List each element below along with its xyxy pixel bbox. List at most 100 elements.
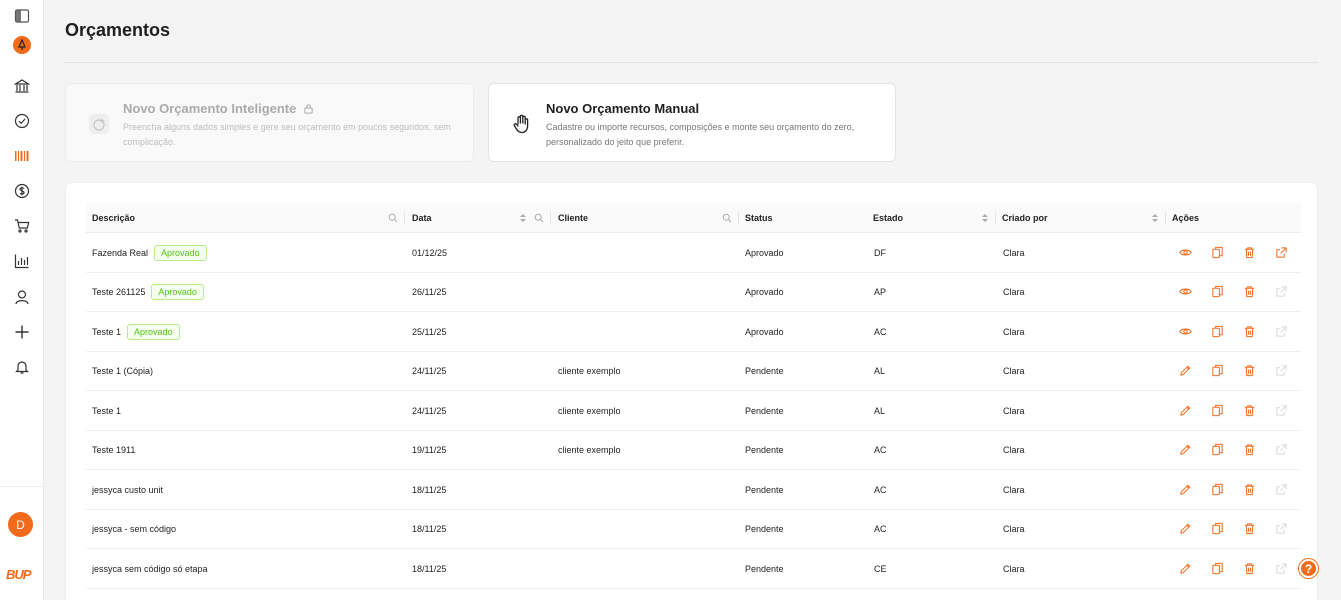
edit-icon[interactable]	[1178, 482, 1192, 496]
cell-data: 24/11/25	[412, 405, 447, 416]
cell-criado-por: Clara	[1003, 563, 1025, 574]
search-icon[interactable]	[388, 213, 398, 223]
share-icon	[1274, 403, 1288, 417]
edit-icon[interactable]	[1178, 522, 1192, 536]
sort-icon[interactable]	[1150, 213, 1160, 223]
trash-icon[interactable]	[1242, 324, 1256, 338]
trash-icon[interactable]	[1242, 443, 1256, 457]
cell-estado: AL	[874, 366, 886, 376]
search-icon[interactable]	[722, 213, 732, 223]
sidebar-toggle-icon[interactable]	[0, 2, 44, 30]
cell-estado: AL	[874, 405, 886, 416]
cart-icon[interactable]	[0, 212, 44, 240]
table-row[interactable]: Teste 1 Aprovado 25/11/25 Aprovado AC Clara	[86, 312, 1301, 352]
sidebar-divider	[0, 486, 44, 487]
table-header: Descrição Data Cliente Status Estado Cri…	[86, 203, 1301, 233]
share-icon	[1274, 285, 1288, 299]
sidebar: D BUP	[0, 0, 44, 600]
table-row[interactable]: jessyca custo unit 18/11/25 Pendente AC Clar…	[86, 470, 1301, 510]
cell-status: Pendente	[745, 445, 784, 455]
cell-status: Pendente	[745, 405, 784, 416]
bell-icon[interactable]	[0, 353, 44, 381]
share-icon	[1274, 561, 1288, 575]
user-icon[interactable]	[0, 283, 44, 311]
col-estado[interactable]: Estado	[867, 203, 996, 233]
edit-icon[interactable]	[1178, 561, 1192, 575]
chart-icon[interactable]	[0, 247, 44, 275]
duplicate-icon[interactable]	[1210, 245, 1224, 259]
help-button[interactable]: ?	[1299, 559, 1318, 578]
cell-data: 01/12/25	[412, 247, 448, 258]
check-circle-icon[interactable]	[0, 107, 44, 135]
table-row[interactable]: jessyca sem código só etapa 18/11/25 Pende…	[86, 549, 1301, 589]
share-icon	[1274, 522, 1288, 536]
col-acoes: Ações	[1172, 213, 1200, 223]
duplicate-icon[interactable]	[1210, 324, 1224, 338]
trash-icon[interactable]	[1242, 561, 1256, 575]
cell-criado-por: Clara	[1003, 524, 1025, 534]
cell-descricao: Teste 1 Aprovado	[92, 312, 180, 351]
search-icon[interactable]	[534, 213, 544, 223]
cell-status: Pendente	[745, 484, 784, 495]
cell-estado: CE	[874, 563, 887, 574]
status-badge: Aprovado	[154, 244, 207, 261]
trash-icon[interactable]	[1242, 522, 1256, 536]
cell-status: Pendente	[745, 563, 784, 574]
duplicate-icon[interactable]	[1210, 364, 1224, 378]
col-descricao[interactable]: Descrição	[86, 203, 405, 233]
barcode-icon[interactable]	[0, 142, 44, 170]
trash-icon[interactable]	[1242, 403, 1256, 417]
view-icon[interactable]	[1178, 245, 1192, 259]
cell-descricao: Teste 1 (Cópia)	[92, 366, 154, 376]
bank-icon[interactable]	[0, 72, 44, 100]
share-icon	[1274, 324, 1288, 338]
col-cliente[interactable]: Cliente	[551, 203, 739, 233]
duplicate-icon[interactable]	[1210, 561, 1224, 575]
avatar[interactable]: D	[8, 512, 33, 537]
table-row[interactable]: Teste 1 (Cópia) 24/11/25 cliente exemplo Pe…	[86, 352, 1301, 391]
trash-icon[interactable]	[1242, 482, 1256, 496]
status-badge: Aprovado	[151, 284, 204, 300]
table-row[interactable]: Fazenda Real Aprovado 01/12/25 Aprovado DF Cl…	[86, 233, 1301, 273]
duplicate-icon[interactable]	[1210, 285, 1224, 299]
col-criado-por[interactable]: Criado por	[996, 203, 1166, 233]
col-status[interactable]: Status	[739, 203, 867, 233]
share-icon	[1274, 443, 1288, 457]
duplicate-icon[interactable]	[1210, 482, 1224, 496]
cell-status: Pendente	[745, 366, 784, 376]
sort-icon[interactable]	[518, 213, 528, 223]
cell-status: Aprovado	[745, 287, 784, 297]
duplicate-icon[interactable]	[1210, 443, 1224, 457]
trash-icon[interactable]	[1242, 245, 1256, 259]
plus-icon[interactable]	[0, 318, 44, 346]
view-icon[interactable]	[1178, 285, 1192, 299]
trash-icon[interactable]	[1242, 285, 1256, 299]
budgets-table: Descrição Data Cliente Status Estado Cri…	[86, 203, 1301, 589]
sparkle-icon	[86, 111, 112, 137]
cell-descricao: jessyca - sem código	[92, 524, 177, 534]
duplicate-icon[interactable]	[1210, 522, 1224, 536]
table-row[interactable]: Teste 1911 19/11/25 cliente exemplo Pendent…	[86, 431, 1301, 470]
share-icon	[1274, 482, 1288, 496]
table-row[interactable]: jessyca - sem código 18/11/25 Pendente AC Cl…	[86, 510, 1301, 549]
sort-icon[interactable]	[980, 213, 990, 223]
dollar-icon[interactable]	[0, 177, 44, 205]
cell-criado-por: Clara	[1003, 326, 1025, 337]
share-icon[interactable]	[1274, 245, 1288, 259]
table-row[interactable]: Teste 261125 Aprovado 26/11/25 Aprovado AP Cl…	[86, 273, 1301, 312]
cell-data: 25/11/25	[412, 326, 447, 337]
title-divider	[65, 62, 1318, 63]
duplicate-icon[interactable]	[1210, 403, 1224, 417]
table-row[interactable]: Teste 1 24/11/25 cliente exemplo Pendente AL…	[86, 391, 1301, 431]
edit-icon[interactable]	[1178, 364, 1192, 378]
col-data[interactable]: Data	[405, 203, 551, 233]
manual-budget-card[interactable]: Novo Orçamento Manual Cadastre ou import…	[488, 83, 896, 162]
edit-icon[interactable]	[1178, 443, 1192, 457]
cell-cliente: cliente exemplo	[558, 366, 621, 376]
trash-icon[interactable]	[1242, 364, 1256, 378]
org-logo-icon[interactable]	[0, 31, 44, 59]
manual-budget-title: Novo Orçamento Manual	[546, 101, 700, 116]
cell-data: 26/11/25	[412, 287, 447, 297]
view-icon[interactable]	[1178, 324, 1192, 338]
edit-icon[interactable]	[1178, 403, 1192, 417]
